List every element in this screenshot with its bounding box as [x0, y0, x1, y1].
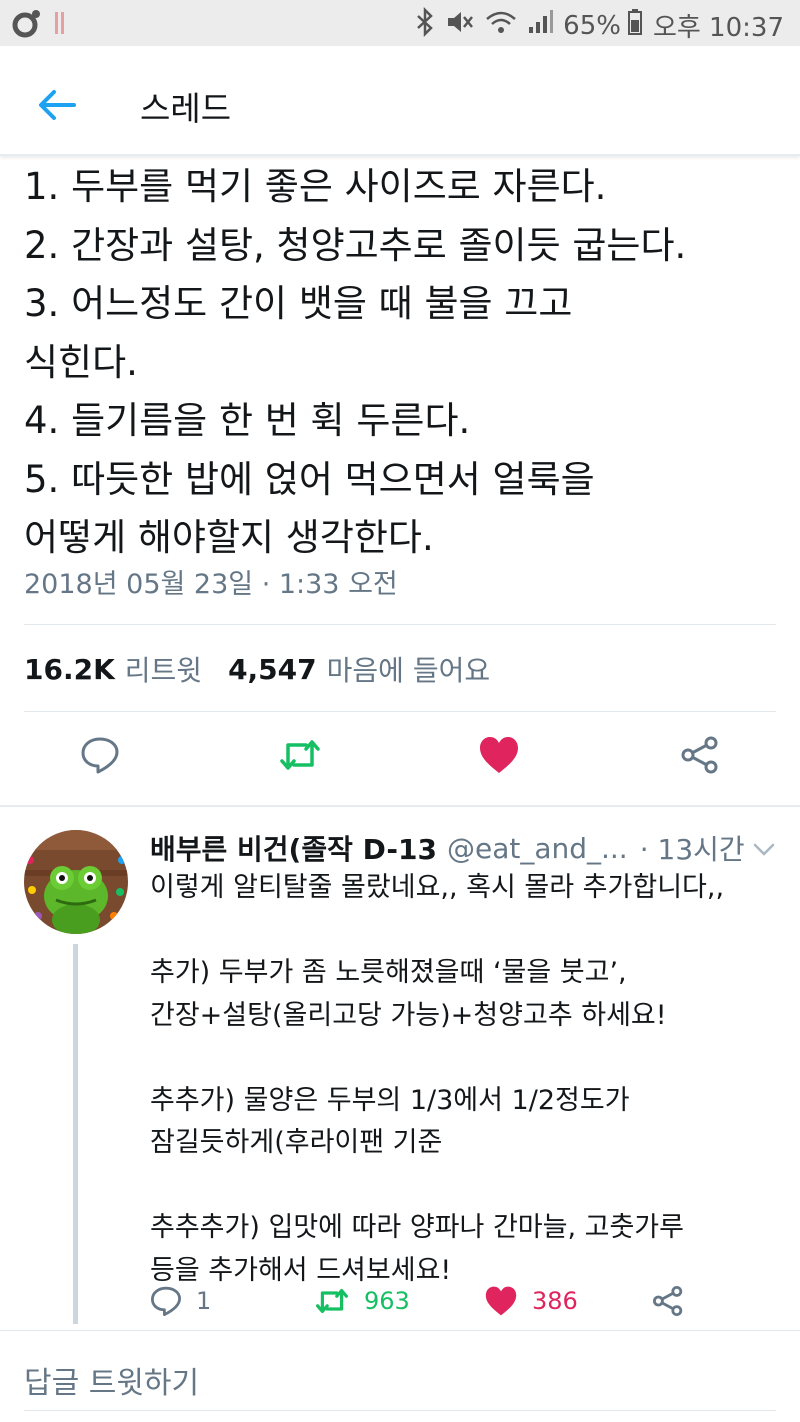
reply-line: 간장+설탕(올리고당 가능)+청양고추 하세요! [150, 999, 667, 1031]
tweet-line: 식힌다. [24, 340, 138, 384]
tweet-line: 어떻게 해야할지 생각한다. [24, 516, 434, 559]
reply-like-count: 386 [532, 1287, 578, 1315]
battery-icon [627, 7, 643, 44]
reply-line: 잠길듯하게(후라이팬 기준 [150, 1127, 443, 1158]
back-arrow-icon[interactable] [34, 81, 82, 129]
reply-share-button[interactable] [652, 1285, 698, 1317]
reply-line: 이렇게 알티탈줄 몰랐네요,, 혹시 몰라 추가합니다,, [150, 872, 725, 903]
like-heart-icon [485, 1286, 517, 1316]
reply-reply-count: 1 [196, 1287, 212, 1315]
retweet-icon [315, 1289, 348, 1313]
reply-author-handle[interactable]: @eat_and_... [447, 832, 628, 865]
chevron-down-icon[interactable] [752, 842, 776, 858]
retweet-label[interactable]: 리트윗 [125, 649, 202, 689]
signal-icon [527, 7, 554, 44]
tweet-line: 3. 어느정도 간이 뱃을 때 불을 끄고 [24, 282, 573, 325]
reply-text: 이렇게 알티탈줄 몰랐네요,, 혹시 몰라 추가합니다,, 추가) 두부가 좀 … [150, 867, 790, 1292]
tweet-line: 5. 따듯한 밥에 얹어 먹으면서 얼룩을 [24, 457, 595, 501]
tweet-timestamp[interactable]: 2018년 05월 23일 · 1:33 오전 [24, 562, 398, 601]
reply-line: 추가) 두부가 좀 노릇해졌을때 ‘물을 붓고’, [150, 957, 627, 988]
wifi-icon [485, 7, 517, 44]
divider [24, 711, 776, 712]
avatar[interactable] [24, 830, 128, 934]
reply-time: · 13시간 [639, 833, 745, 866]
status-bar: 65% 오후 10:37 [0, 0, 800, 46]
divider [24, 1410, 776, 1411]
section-separator [0, 805, 800, 807]
like-heart-icon[interactable] [478, 735, 522, 779]
share-icon[interactable] [680, 735, 724, 779]
reply-like-button[interactable]: 386 [484, 1285, 578, 1317]
reply-line [150, 1165, 790, 1208]
reply-line [150, 910, 790, 953]
tweet-line: 2. 간장과 설탕, 청양고추로 졸이듯 굽는다. [24, 223, 687, 267]
like-label[interactable]: 마음에 들어요 [327, 649, 490, 689]
divider [0, 1330, 800, 1331]
tweet-text: 1. 두부를 먹기 좋은 사이즈로 자른다. 2. 간장과 설탕, 청양고추로 … [24, 158, 784, 568]
tweet-line: 1. 두부를 먹기 좋은 사이즈로 자른다. [24, 165, 607, 208]
like-count[interactable]: 4,547 [228, 653, 317, 686]
tweet-actions [0, 735, 800, 785]
retweet-count[interactable]: 16.2K [24, 653, 115, 686]
reply-reply-button[interactable]: 1 [150, 1285, 211, 1317]
reply-icon [151, 1286, 181, 1316]
share-icon [653, 1286, 683, 1316]
divider [24, 624, 776, 625]
reply-header: 배부른 비건(졸작 D-13 @eat_and_... · 13시간 [150, 828, 790, 868]
reply-retweet-count: 963 [364, 1287, 410, 1315]
clock: 오후 10:37 [652, 13, 784, 43]
app-header: 스레드 [0, 46, 800, 156]
reply-line: 추추추가) 입맛에 따라 양파나 간마늘, 고춧가루 [150, 1212, 684, 1243]
reply-compose-input[interactable]: 답글 트윗하기 [24, 1358, 199, 1402]
thread-line [73, 944, 78, 1324]
vibrate-indicator-icon [52, 8, 66, 42]
reply-line: 추추가) 물양은 두부의 1/3에서 1/2정도가 [150, 1084, 630, 1116]
tweet-line: 4. 들기름을 한 번 휙 두른다. [24, 399, 471, 442]
reply-retweet-button[interactable]: 963 [314, 1285, 410, 1317]
mute-icon [445, 7, 475, 44]
bluetooth-icon [415, 6, 435, 44]
reply-author-name[interactable]: 배부른 비건(졸작 D-13 [150, 828, 437, 868]
battery-percent: 65% [563, 10, 621, 41]
retweet-icon[interactable] [278, 735, 322, 779]
reply-actions: 1 963 386 [150, 1285, 750, 1325]
page-title: 스레드 [140, 89, 232, 128]
reply-line [150, 1037, 790, 1080]
tweet-stats: 16.2K 리트윗 4,547 마음에 들어요 [24, 649, 516, 689]
notification-icon [12, 8, 42, 42]
reply-icon[interactable] [80, 735, 124, 779]
